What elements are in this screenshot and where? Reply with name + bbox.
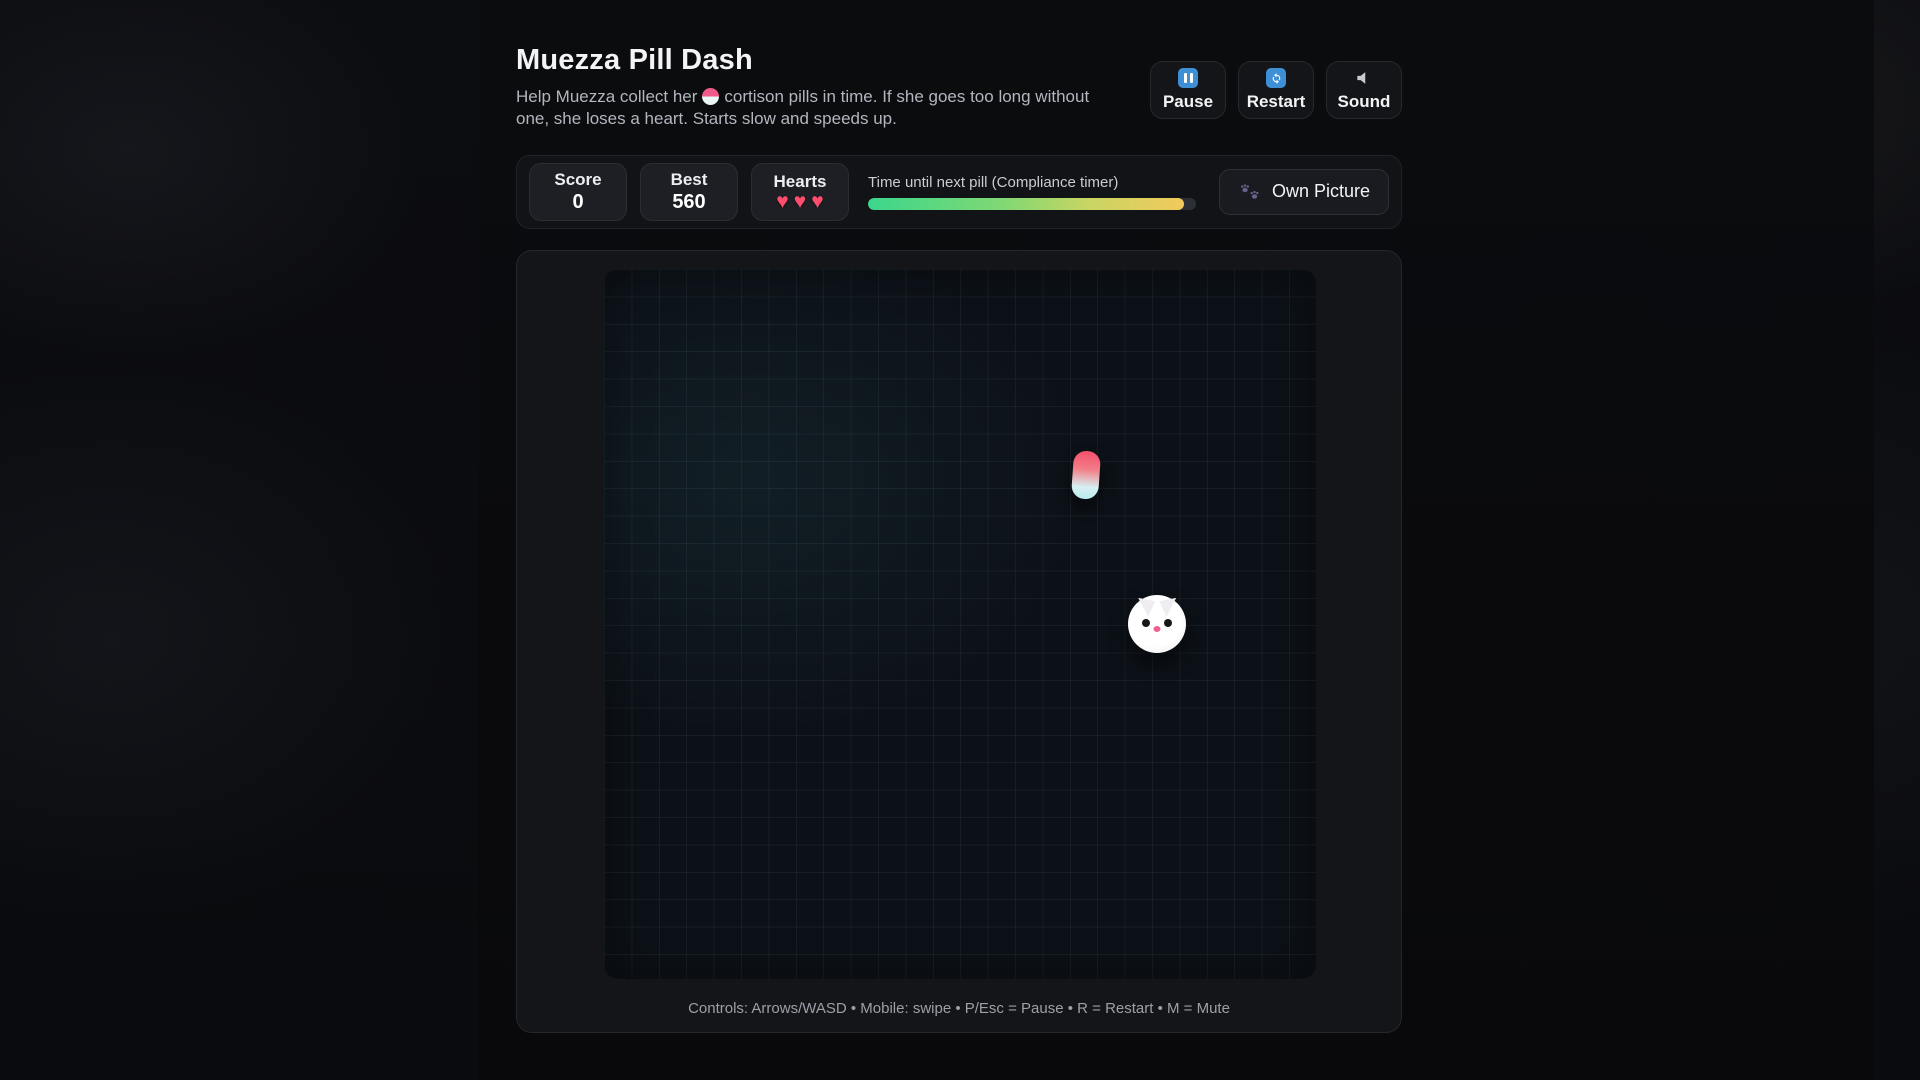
top-buttons: Pause Restart Sound [1150,61,1402,119]
app-content: Muezza Pill Dash Help Muezza collect her… [516,0,1402,1033]
score-value: 0 [572,191,583,214]
own-picture-label: Own Picture [1272,181,1370,202]
pause-button[interactable]: Pause [1150,61,1226,119]
header-text: Muezza Pill Dash Help Muezza collect her… [516,44,1120,131]
paw-prints-icon [1238,181,1262,202]
own-picture-button[interactable]: Own Picture [1219,169,1389,215]
speaker-icon [1354,68,1374,88]
cat-ear-left [1138,598,1155,617]
heart-icon: ♥ [794,191,806,212]
pause-button-label: Pause [1163,92,1213,112]
cat-eye-left [1142,619,1150,627]
game-panel: Controls: Arrows/WASD • Mobile: swipe • … [516,250,1402,1033]
header: Muezza Pill Dash Help Muezza collect her… [516,44,1402,131]
timer-track [868,198,1196,210]
compliance-timer: Time until next pill (Compliance timer) [868,174,1196,210]
timer-fill [868,198,1184,210]
stats-bar: Score 0 Best 560 Hearts ♥ ♥ ♥ Time un [516,155,1402,229]
game-description: Help Muezza collect hercortison pills in… [516,86,1120,131]
game-board[interactable] [604,269,1316,979]
hearts-label: Hearts [774,172,827,192]
controls-hint: Controls: Arrows/WASD • Mobile: swipe • … [517,1000,1401,1017]
sound-button[interactable]: Sound [1326,61,1402,119]
cat-ear-right [1159,598,1176,617]
hearts-card: Hearts ♥ ♥ ♥ [751,163,849,221]
heart-icon: ♥ [811,191,823,212]
restart-icon [1266,68,1286,88]
muezza-cat [1128,595,1186,653]
cat-eye-right [1164,619,1172,627]
hearts-row: ♥ ♥ ♥ [776,191,823,212]
best-label: Best [671,170,708,190]
stage: Muezza Pill Dash Help Muezza collect her… [0,0,1920,1080]
restart-button[interactable]: Restart [1238,61,1314,119]
description-part-1: Help Muezza collect her [516,87,697,106]
pause-icon [1178,68,1198,88]
sound-button-label: Sound [1338,92,1391,112]
app-column: Muezza Pill Dash Help Muezza collect her… [478,0,1874,1080]
pill-emoji-icon [702,88,719,105]
best-value: 560 [672,191,705,214]
heart-icon: ♥ [776,191,788,212]
score-label: Score [554,170,601,190]
restart-button-label: Restart [1247,92,1306,112]
page-title: Muezza Pill Dash [516,44,1120,77]
best-card: Best 560 [640,163,738,221]
cat-nose [1154,626,1161,632]
pill [1071,450,1101,500]
timer-label: Time until next pill (Compliance timer) [868,174,1196,191]
score-card: Score 0 [529,163,627,221]
